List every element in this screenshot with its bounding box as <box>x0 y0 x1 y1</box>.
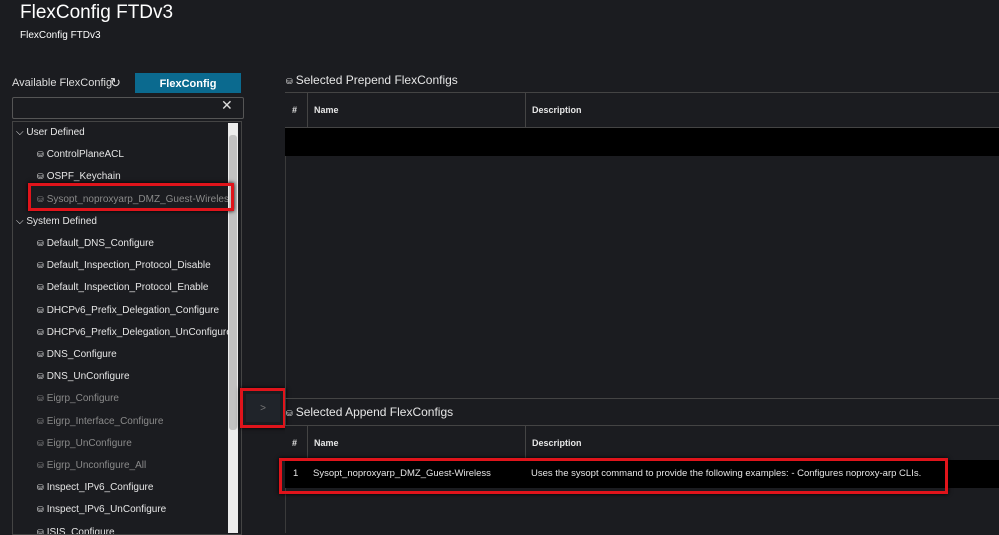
tree-item[interactable]: ⛁ Eigrp_Unconfigure_All <box>37 460 146 471</box>
flexconfig-icon: ⛁ <box>37 261 44 271</box>
tree-item[interactable]: ⛁ Eigrp_Interface_Configure <box>37 416 163 427</box>
tree-item[interactable]: ⛁ DHCPv6_Prefix_Delegation_UnConfigure <box>37 327 232 338</box>
tree-item[interactable]: ⛁ DHCPv6_Prefix_Delegation_Configure <box>37 305 219 316</box>
flexconfig-icon: ⛁ <box>37 372 44 382</box>
highlight-box <box>279 458 948 494</box>
flexconfig-object-button[interactable]: FlexConfig Object <box>135 73 241 110</box>
page-subtitle: FlexConfig FTDv3 <box>20 30 101 41</box>
flexconfig-icon: ⛁ <box>37 416 44 426</box>
search-input[interactable] <box>12 97 244 119</box>
prepend-table-header: # Name Description <box>285 92 999 128</box>
flexconfig-icon: ⛁ <box>37 283 44 293</box>
col-name: Name <box>314 438 339 448</box>
tree-item[interactable]: ⛁ ControlPlaneACL <box>37 149 124 160</box>
flexconfig-icon: ⛁ <box>37 394 44 404</box>
tree-item[interactable]: ⛁ Default_Inspection_Protocol_Enable <box>37 282 208 293</box>
tree-item[interactable]: ⛁ ISIS_Configure <box>37 527 115 535</box>
flexconfig-icon: ⛁ <box>37 150 44 160</box>
highlight-box <box>28 183 234 211</box>
tree-item[interactable]: ⛁ Eigrp_UnConfigure <box>37 438 132 449</box>
flexconfig-icon: ⛁ <box>37 172 44 182</box>
flexconfig-icon: ⛁ <box>286 77 293 86</box>
flexconfig-icon: ⛁ <box>37 438 44 448</box>
tree-item[interactable]: ⛁ OSPF_Keychain <box>37 171 121 182</box>
flexconfig-icon: ⛁ <box>37 327 44 337</box>
flexconfig-icon: ⛁ <box>286 409 293 418</box>
flexconfig-icon: ⛁ <box>37 483 44 493</box>
prepend-section-title: ⛁ Selected Prepend FlexConfigs <box>286 73 458 87</box>
clear-search-icon[interactable]: ✕ <box>221 97 233 114</box>
prepend-empty-row <box>285 128 999 156</box>
flexconfig-icon: ⛁ <box>37 527 44 535</box>
tree-item[interactable]: ⛁ DNS_UnConfigure <box>37 371 130 382</box>
chevron-down-icon: ⌵ <box>16 127 27 138</box>
col-description: Description <box>532 105 582 115</box>
refresh-icon[interactable]: ↻ <box>110 75 121 91</box>
highlight-box <box>240 388 286 428</box>
append-table-header: # Name Description <box>285 425 999 461</box>
flexconfig-icon: ⛁ <box>37 505 44 515</box>
flexconfig-icon: ⛁ <box>37 350 44 359</box>
available-flexconfig-label: Available FlexConfig <box>12 77 113 89</box>
chevron-down-icon: ⌵ <box>16 215 27 227</box>
tree-item[interactable]: ⛁ Default_DNS_Configure <box>37 238 154 249</box>
tree-item[interactable]: ⛁ Inspect_IPv6_UnConfigure <box>37 504 166 515</box>
flexconfig-icon: ⛁ <box>37 305 44 315</box>
flexconfig-icon: ⛁ <box>37 461 44 470</box>
tree-scrollbar-thumb[interactable] <box>229 135 237 430</box>
col-description: Description <box>532 438 582 448</box>
tree-group[interactable]: ⌵ User Defined <box>16 127 85 138</box>
col-number: # <box>292 105 298 115</box>
flexconfig-icon: ⛁ <box>37 239 44 248</box>
tree-item[interactable]: ⛁ DNS_Configure <box>37 349 117 360</box>
col-name: Name <box>314 105 339 115</box>
tree-item[interactable]: ⛁ Eigrp_Configure <box>37 393 119 404</box>
col-number: # <box>292 438 298 448</box>
page-title: FlexConfig FTDv3 <box>20 2 174 23</box>
tree-item[interactable]: ⛁ Inspect_IPv6_Configure <box>37 482 153 493</box>
append-section-title: ⛁ Selected Append FlexConfigs <box>286 405 454 419</box>
tree-group[interactable]: ⌵ System Defined <box>16 216 97 227</box>
tree-item[interactable]: ⛁ Default_Inspection_Protocol_Disable <box>37 260 211 271</box>
